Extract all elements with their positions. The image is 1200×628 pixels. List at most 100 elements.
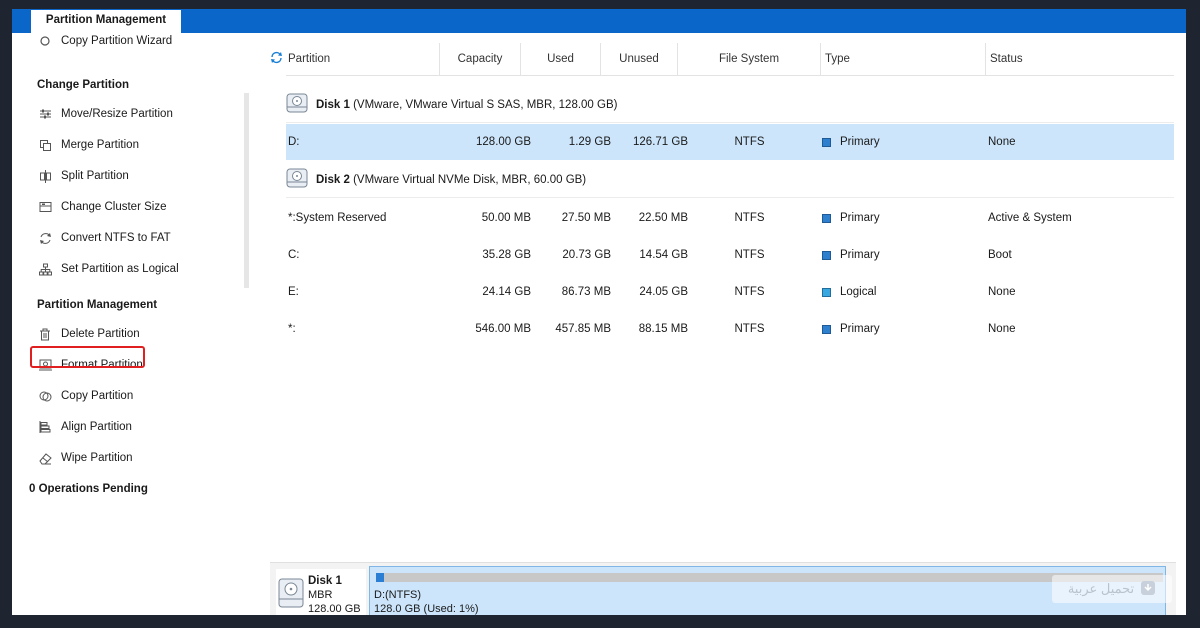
cell-partition: D: (288, 136, 300, 148)
disk-map-disk-1[interactable]: Disk 1 MBR 128.00 GB (276, 569, 366, 615)
cell-file-system: NTFS (734, 323, 765, 335)
sidebar-item-label: Convert NTFS to FAT (61, 232, 171, 244)
cell-partition: *: (288, 323, 296, 335)
primary-type-swatch (822, 213, 831, 223)
change-partition-heading: Change Partition (37, 79, 130, 91)
disk-map: Disk 1 MBR 128.00 GB D:(NTFS) 128.0 GB (… (270, 562, 1176, 615)
cell-used: 457.85 MB (555, 323, 611, 335)
sidebar-item-label: Align Partition (61, 421, 132, 433)
sidebar-scrollbar[interactable] (244, 93, 249, 288)
sidebar-item-move-resize[interactable]: Move/Resize Partition (38, 103, 173, 125)
split-icon (38, 169, 52, 183)
logical-type-swatch (822, 287, 831, 297)
sidebar-item-align[interactable]: Align Partition (38, 416, 132, 438)
cell-capacity: 128.00 GB (476, 136, 531, 148)
cell-capacity: 24.14 GB (482, 286, 531, 298)
cell-file-system: NTFS (734, 136, 765, 148)
partition-table: Partition Capacity Used Unused File Syst… (266, 33, 1176, 553)
cell-status: None (988, 286, 1016, 298)
hard-disk-icon (286, 167, 308, 192)
cell-unused: 22.50 MB (638, 212, 688, 224)
cell-status: Active & System (988, 212, 1072, 224)
cell-used: 86.73 MB (561, 286, 611, 298)
cell-file-system: NTFS (734, 249, 765, 261)
sidebar-item-delete[interactable]: Delete Partition (38, 323, 140, 345)
partition-map-detail: 128.0 GB (Used: 1%) (374, 603, 479, 615)
convert-icon (38, 231, 52, 245)
column-header-unused[interactable]: Unused (601, 43, 678, 75)
cell-used: 20.73 GB (562, 249, 611, 261)
primary-type-swatch (822, 137, 831, 147)
operations-pending[interactable]: 0 Operations Pending (29, 483, 148, 495)
copy-wizard-icon (38, 34, 52, 48)
partition-usage-fill (376, 573, 384, 582)
partition-map-label: D:(NTFS) (374, 589, 422, 601)
hard-disk-icon (278, 578, 304, 611)
watermark: تحميل عربية (1052, 575, 1172, 603)
sidebar-item-label: Wipe Partition (61, 452, 133, 464)
disk-name: Disk 1 (316, 98, 350, 111)
cell-partition: *:System Reserved (288, 212, 387, 224)
sidebar-item-label: Move/Resize Partition (61, 108, 173, 120)
sidebar: Copy Partition Wizard Change Partition M… (12, 33, 260, 615)
table-row[interactable]: E: 24.14 GB 86.73 MB 24.05 GB NTFS Logic… (286, 274, 1174, 310)
disk-map-partition-d[interactable]: D:(NTFS) 128.0 GB (Used: 1%) (369, 566, 1166, 615)
sliders-icon (38, 107, 52, 121)
cell-status: None (988, 323, 1016, 335)
column-header-file-system[interactable]: File System (678, 43, 821, 75)
cluster-icon (38, 200, 52, 214)
refresh-icon[interactable] (270, 51, 283, 67)
cell-unused: 88.15 MB (638, 323, 688, 335)
hierarchy-icon (38, 262, 52, 276)
column-header-used[interactable]: Used (521, 43, 601, 75)
header-divider (286, 75, 1174, 76)
cell-type: Primary (822, 200, 880, 236)
sidebar-item-split[interactable]: Split Partition (38, 165, 129, 187)
disk-map-size: 128.00 GB (308, 603, 361, 615)
sidebar-item-wipe[interactable]: Wipe Partition (38, 447, 133, 469)
sidebar-item-set-logical[interactable]: Set Partition as Logical (38, 258, 179, 280)
sidebar-item-cluster-size[interactable]: Change Cluster Size (38, 196, 166, 218)
eraser-icon (38, 451, 52, 465)
table-row[interactable]: D: 128.00 GB 1.29 GB 126.71 GB NTFS Prim… (286, 124, 1174, 160)
cell-capacity: 35.28 GB (482, 249, 531, 261)
cell-status: None (988, 136, 1016, 148)
primary-type-swatch (822, 324, 831, 334)
type-label: Primary (840, 212, 880, 224)
cell-status: Boot (988, 249, 1012, 261)
title-bar: Partition Management (12, 9, 1186, 33)
cell-unused: 24.05 GB (639, 286, 688, 298)
cell-file-system: NTFS (734, 212, 765, 224)
column-header-capacity[interactable]: Capacity (440, 43, 521, 75)
cell-file-system: NTFS (734, 286, 765, 298)
sidebar-item-copy[interactable]: Copy Partition (38, 385, 133, 407)
sidebar-item-merge[interactable]: Merge Partition (38, 134, 139, 156)
column-header-type[interactable]: Type (821, 43, 986, 75)
sidebar-item-label: Set Partition as Logical (61, 263, 179, 275)
disk-row-2[interactable]: Disk 2 (VMware Virtual NVMe Disk, MBR, 6… (286, 162, 1174, 198)
sidebar-item-label: Delete Partition (61, 328, 140, 340)
table-row[interactable]: C: 35.28 GB 20.73 GB 14.54 GB NTFS Prima… (286, 237, 1174, 273)
type-label: Primary (840, 323, 880, 335)
cell-partition: E: (288, 286, 299, 298)
cell-capacity: 50.00 MB (481, 212, 531, 224)
type-label: Logical (840, 286, 877, 298)
cell-capacity: 546.00 MB (475, 323, 531, 335)
sidebar-item-convert-ntfs-fat[interactable]: Convert NTFS to FAT (38, 227, 171, 249)
cell-type: Primary (822, 237, 880, 273)
watermark-logo-icon (1140, 580, 1156, 599)
sidebar-item-copy-partition-wizard[interactable]: Copy Partition Wizard (38, 30, 172, 52)
column-header-partition[interactable]: Partition (286, 43, 440, 75)
table-row[interactable]: *:System Reserved 50.00 MB 27.50 MB 22.5… (286, 200, 1174, 236)
disk-map-name: Disk 1 (308, 575, 342, 587)
column-header-status[interactable]: Status (986, 43, 1174, 75)
watermark-text: تحميل عربية (1067, 581, 1135, 596)
cell-type: Logical (822, 274, 876, 310)
cell-used: 1.29 GB (568, 136, 611, 148)
sidebar-item-label: Split Partition (61, 170, 129, 182)
disk-map-style: MBR (308, 589, 333, 601)
align-icon (38, 420, 52, 434)
format-partition-highlight (30, 346, 145, 368)
table-row[interactable]: *: 546.00 MB 457.85 MB 88.15 MB NTFS Pri… (286, 311, 1174, 347)
disk-row-1[interactable]: Disk 1 (VMware, VMware Virtual S SAS, MB… (286, 87, 1174, 123)
